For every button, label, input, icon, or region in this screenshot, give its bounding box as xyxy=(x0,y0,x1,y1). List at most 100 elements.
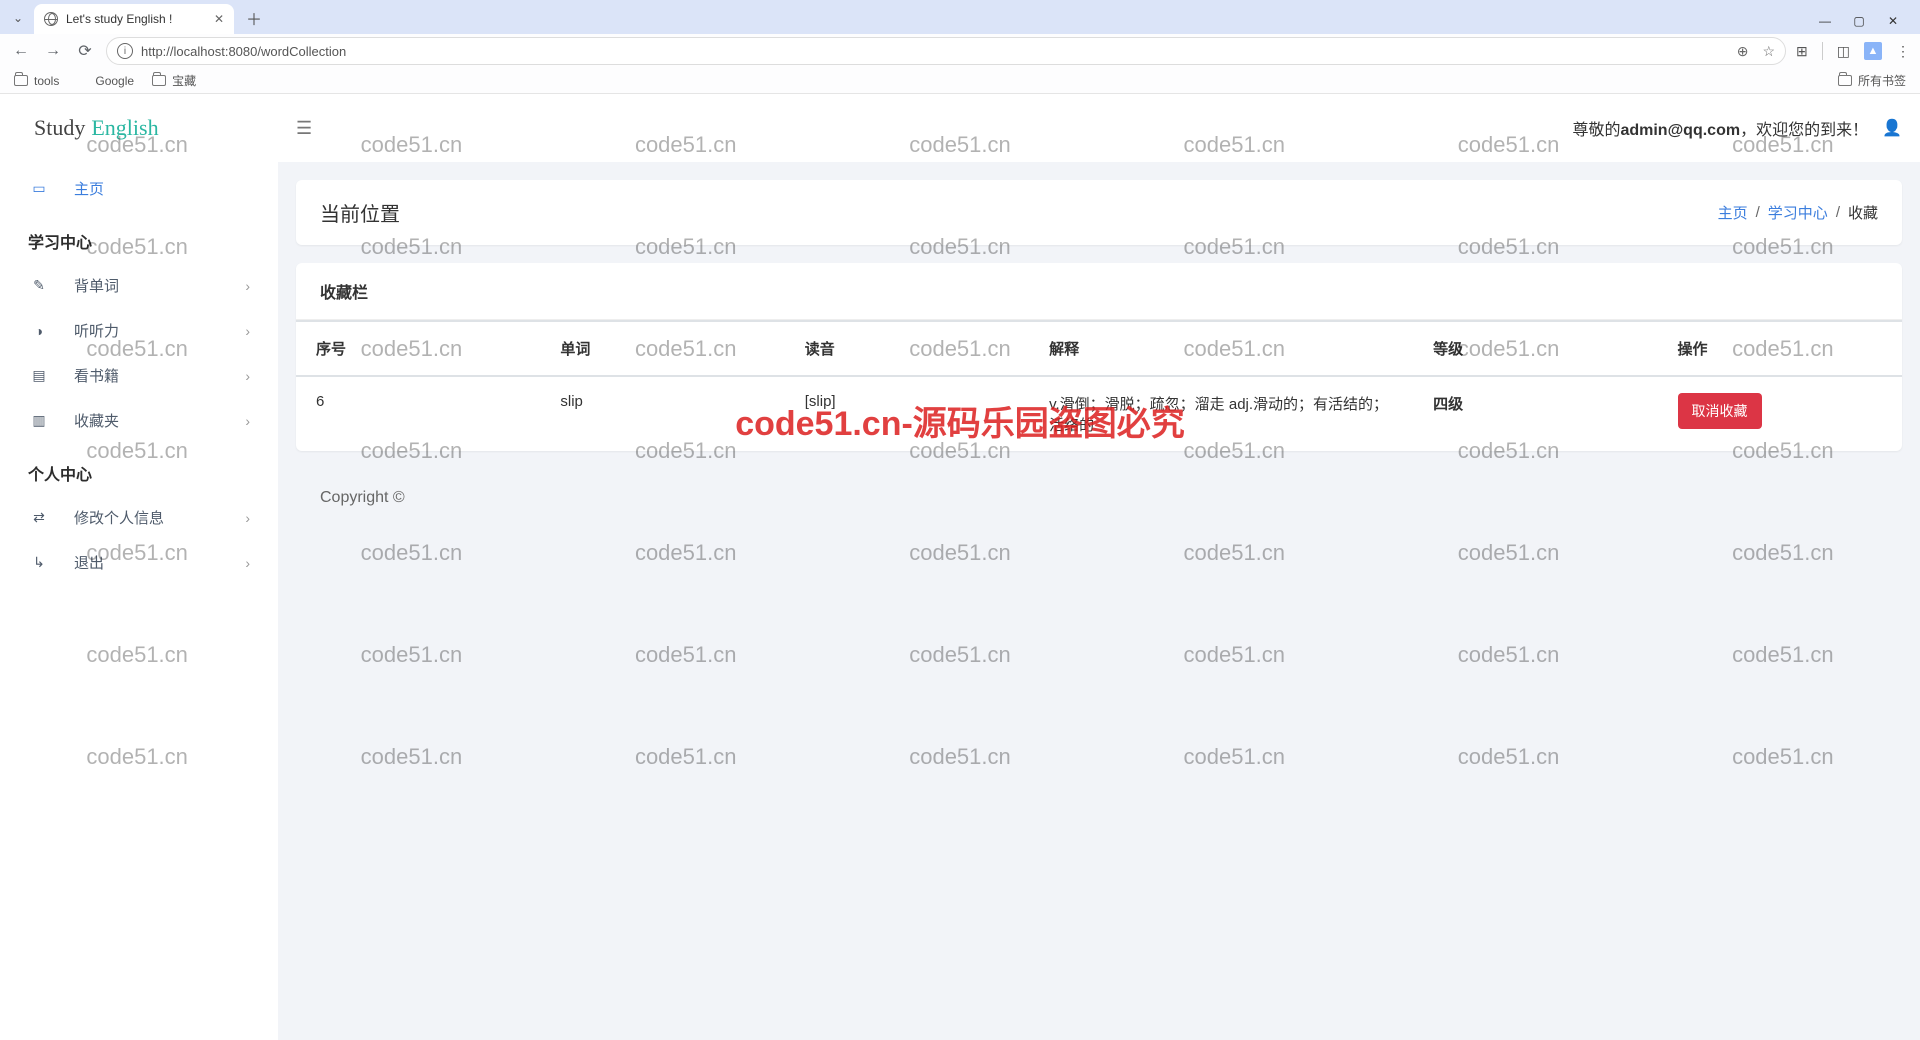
bookmarks-bar: tools Google 宝藏 所有书签 xyxy=(0,68,1920,94)
sidebar-item-label: 背单词 xyxy=(74,275,119,296)
sidebar-item-books[interactable]: 看书籍 › xyxy=(0,353,278,398)
cell-id: 6 xyxy=(296,376,540,451)
table-row: 6 slip [slip] v.滑倒；滑脱；疏忽；溜走 adj.滑动的；有活结的… xyxy=(296,376,1902,451)
tab-search-icon[interactable]: ⌄ xyxy=(8,6,28,30)
content: 当前位置 主页 / 学习中心 / 收藏 收藏栏 序号 单词 读音 xyxy=(278,162,1920,1040)
reload-button[interactable]: ⟳ xyxy=(74,40,96,62)
hamburger-icon[interactable]: ☰ xyxy=(296,118,312,139)
folder-open-icon xyxy=(28,412,50,429)
menu-icon[interactable]: ⋮ xyxy=(1896,43,1910,60)
col-trans: 解释 xyxy=(1029,321,1413,376)
topbar-user: 尊敬的admin@qq.com，欢迎您的到来！ 👤 xyxy=(1572,116,1902,140)
globe-icon xyxy=(44,12,58,26)
sidebar-item-listening[interactable]: 听听力 › xyxy=(0,308,278,353)
chevron-right-icon: › xyxy=(245,323,250,339)
sidebar-item-label: 看书籍 xyxy=(74,365,119,386)
sidebar-heading-study: 学习中心 xyxy=(0,211,278,263)
globe-icon xyxy=(77,75,89,87)
cell-level: 四级 xyxy=(1413,376,1657,451)
bookmark-item[interactable]: tools xyxy=(14,74,59,88)
col-id: 序号 xyxy=(296,321,540,376)
sidebar-item-label: 修改个人信息 xyxy=(74,507,164,528)
tab-strip: ⌄ Let's study English ! ✕ ＋ ― ▢ ✕ xyxy=(0,0,1920,34)
folder-icon xyxy=(152,75,166,86)
edit-icon xyxy=(28,277,50,294)
address-row: ← → ⟳ i http://localhost:8080/wordCollec… xyxy=(0,34,1920,68)
sidebar-item-logout[interactable]: 退出 › xyxy=(0,540,278,585)
headphones-icon xyxy=(28,323,50,339)
bookmark-star-icon[interactable]: ☆ xyxy=(1762,43,1775,60)
location-card: 当前位置 主页 / 学习中心 / 收藏 xyxy=(296,180,1902,245)
col-level: 等级 xyxy=(1413,321,1657,376)
breadcrumb-link[interactable]: 学习中心 xyxy=(1768,202,1828,223)
profile-icon[interactable]: ▲ xyxy=(1864,42,1882,60)
address-bar[interactable]: i http://localhost:8080/wordCollection ⊕… xyxy=(106,37,1786,65)
footer: Copyright © xyxy=(296,469,1902,547)
swap-icon xyxy=(28,509,50,526)
forward-button[interactable]: → xyxy=(42,40,64,62)
col-word: 单词 xyxy=(540,321,784,376)
main: ☰ 尊敬的admin@qq.com，欢迎您的到来！ 👤 当前位置 主页 / 学习… xyxy=(278,94,1920,1040)
cell-word: slip xyxy=(540,376,784,451)
topbar: ☰ 尊敬的admin@qq.com，欢迎您的到来！ 👤 xyxy=(278,94,1920,162)
close-window-icon[interactable]: ✕ xyxy=(1886,14,1900,28)
cell-trans: v.滑倒；滑脱；疏忽；溜走 adj.滑动的；有活结的；活络的 xyxy=(1029,376,1413,451)
maximize-icon[interactable]: ▢ xyxy=(1852,14,1866,28)
zoom-icon[interactable]: ⊕ xyxy=(1737,43,1749,60)
site-info-icon[interactable]: i xyxy=(117,43,133,59)
sidebar-item-label: 主页 xyxy=(74,178,104,199)
close-icon[interactable]: ✕ xyxy=(214,12,224,26)
sidebar-item-words[interactable]: 背单词 › xyxy=(0,263,278,308)
browser-tab[interactable]: Let's study English ! ✕ xyxy=(34,4,234,34)
sidebar-item-favorites[interactable]: 收藏夹 › xyxy=(0,398,278,443)
laptop-icon xyxy=(28,180,50,197)
sidebar: Study English 主页 学习中心 背单词 › 听听力 › 看书籍 xyxy=(0,94,278,1040)
minimize-icon[interactable]: ― xyxy=(1818,14,1832,28)
tab-title: Let's study English ! xyxy=(66,12,172,26)
folder-icon xyxy=(14,75,28,86)
all-bookmarks[interactable]: 所有书签 xyxy=(1838,72,1906,89)
bookmark-item[interactable]: Google xyxy=(77,74,134,88)
chevron-right-icon: › xyxy=(245,278,250,294)
collection-card: 收藏栏 序号 单词 读音 解释 等级 操作 xyxy=(296,263,1902,451)
sidebar-item-label: 退出 xyxy=(74,552,104,573)
table-header-row: 序号 单词 读音 解释 等级 操作 xyxy=(296,321,1902,376)
chevron-right-icon: › xyxy=(245,368,250,384)
cell-pron: [slip] xyxy=(785,376,1029,451)
chevron-right-icon: › xyxy=(245,555,250,571)
cell-action: 取消收藏 xyxy=(1658,376,1902,451)
sidebar-heading-personal: 个人中心 xyxy=(0,443,278,495)
extensions-icon[interactable]: ⊞ xyxy=(1796,43,1808,60)
sidebar-item-home[interactable]: 主页 xyxy=(0,166,278,211)
bookmark-item[interactable]: 宝藏 xyxy=(152,72,196,89)
exit-icon xyxy=(28,554,50,571)
url-text: http://localhost:8080/wordCollection xyxy=(141,44,1729,59)
app: Study English 主页 学习中心 背单词 › 听听力 › 看书籍 xyxy=(0,94,1920,1040)
sidebar-item-label: 收藏夹 xyxy=(74,410,119,431)
card-title: 收藏栏 xyxy=(296,263,1902,320)
window-controls: ― ▢ ✕ xyxy=(1806,8,1912,34)
sidebar-nav: 主页 学习中心 背单词 › 听听力 › 看书籍 › 收藏夹 › xyxy=(0,162,278,589)
logo[interactable]: Study English xyxy=(0,94,278,162)
side-panel-icon[interactable]: ◫ xyxy=(1837,43,1850,60)
new-tab-button[interactable]: ＋ xyxy=(240,4,268,32)
book-icon xyxy=(28,367,50,384)
remove-favorite-button[interactable]: 取消收藏 xyxy=(1678,393,1762,429)
location-title: 当前位置 xyxy=(320,198,400,227)
sidebar-item-profile[interactable]: 修改个人信息 › xyxy=(0,495,278,540)
col-pron: 读音 xyxy=(785,321,1029,376)
breadcrumb: 主页 / 学习中心 / 收藏 xyxy=(1718,202,1878,223)
breadcrumb-current: 收藏 xyxy=(1848,202,1878,223)
user-email: admin@qq.com xyxy=(1620,122,1740,139)
folder-icon xyxy=(1838,75,1852,86)
user-icon[interactable]: 👤 xyxy=(1882,118,1902,138)
sidebar-item-label: 听听力 xyxy=(74,320,119,341)
back-button[interactable]: ← xyxy=(10,40,32,62)
col-action: 操作 xyxy=(1658,321,1902,376)
breadcrumb-link[interactable]: 主页 xyxy=(1718,202,1748,223)
divider xyxy=(1822,42,1823,60)
chevron-right-icon: › xyxy=(245,413,250,429)
collection-table: 序号 单词 读音 解释 等级 操作 6 slip [slip] xyxy=(296,320,1902,451)
chevron-right-icon: › xyxy=(245,510,250,526)
browser-chrome: ⌄ Let's study English ! ✕ ＋ ― ▢ ✕ ← → ⟳ … xyxy=(0,0,1920,94)
